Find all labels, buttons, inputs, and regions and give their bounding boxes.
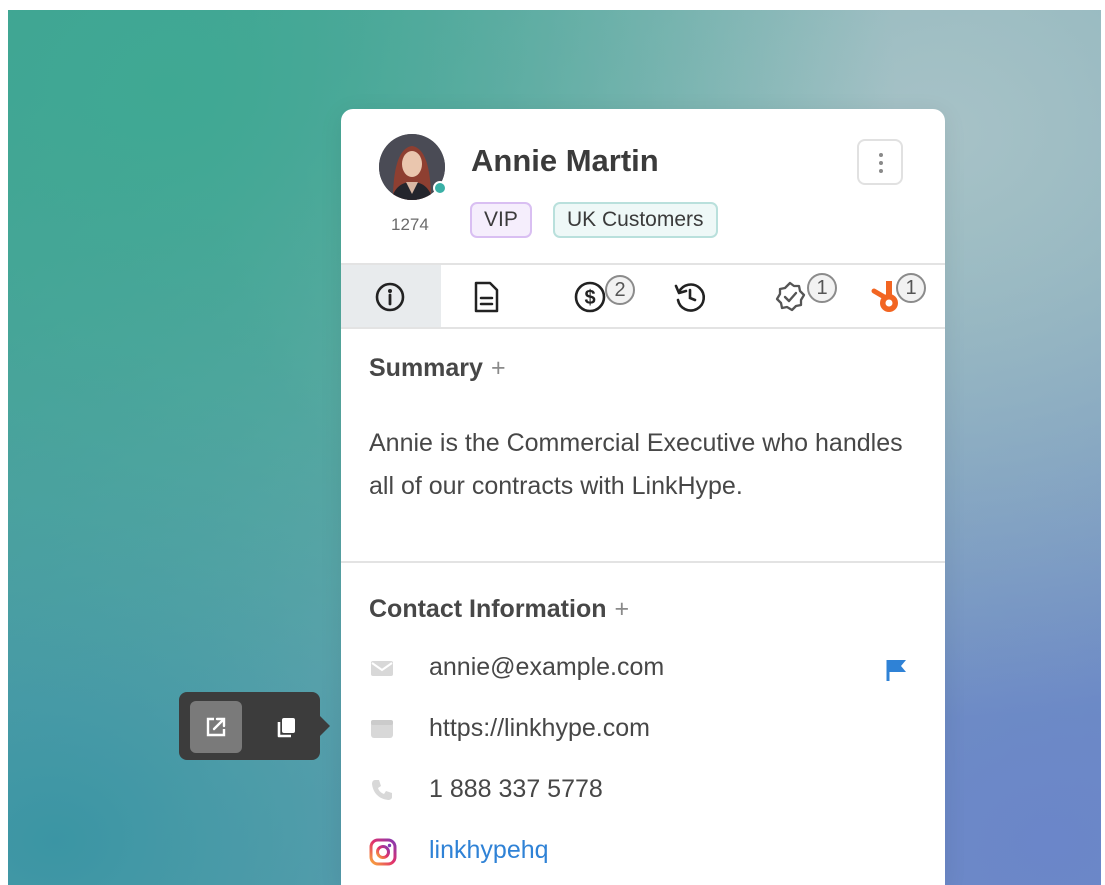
tab-hubspot[interactable]: 1	[846, 265, 945, 327]
more-vertical-icon	[879, 153, 883, 173]
tab-notes[interactable]	[442, 265, 542, 327]
add-contact-info-button[interactable]: +	[615, 595, 630, 623]
section-divider	[341, 561, 945, 563]
document-icon	[474, 281, 499, 313]
website-row[interactable]: https://linkhype.com	[341, 710, 945, 750]
more-options-button[interactable]	[857, 139, 903, 185]
phone-row[interactable]: 1 888 337 5778	[341, 771, 945, 811]
copy-icon	[277, 718, 295, 738]
verified-icon	[775, 281, 806, 312]
contact-tabs: $ 2 1 1	[341, 263, 945, 329]
tag-uk-customers[interactable]: UK Customers	[553, 202, 718, 238]
phone-value[interactable]: 1 888 337 5778	[429, 775, 603, 804]
summary-title: Summary	[369, 354, 483, 382]
avatar[interactable]	[379, 134, 447, 200]
contact-header: 1274 Annie Martin VIP UK Customers	[341, 109, 945, 263]
email-row[interactable]: annie@example.com	[341, 649, 945, 689]
tab-hubspot-badge: 1	[896, 273, 926, 303]
info-icon	[375, 282, 405, 312]
contact-card: 1274 Annie Martin VIP UK Customers $ 2 1…	[341, 109, 945, 885]
summary-heading: Summary +	[369, 354, 506, 383]
browser-icon	[371, 720, 393, 738]
tab-info[interactable]	[341, 265, 441, 327]
tab-deals-badge: 2	[605, 275, 635, 305]
tag-vip[interactable]: VIP	[470, 202, 532, 238]
flag-icon[interactable]	[884, 657, 910, 683]
external-link-icon	[206, 717, 226, 737]
dollar-icon: $	[574, 281, 606, 313]
website-value[interactable]: https://linkhype.com	[429, 714, 650, 743]
online-status-indicator	[433, 181, 447, 195]
open-link-button[interactable]	[190, 701, 242, 753]
frame-border-right	[1101, 0, 1105, 885]
contact-info-heading: Contact Information +	[369, 595, 629, 624]
tab-history[interactable]	[644, 265, 744, 327]
contact-id: 1274	[391, 215, 429, 234]
email-value[interactable]: annie@example.com	[429, 653, 664, 682]
frame-border-top	[0, 0, 1105, 10]
link-actions-popover	[179, 692, 330, 760]
add-summary-button[interactable]: +	[491, 354, 506, 382]
summary-text[interactable]: Annie is the Commercial Executive who ha…	[369, 422, 909, 508]
tab-tasks-badge: 1	[807, 273, 837, 303]
tab-deals[interactable]: $ 2	[543, 265, 643, 327]
mail-icon	[371, 661, 393, 676]
instagram-icon	[369, 838, 397, 866]
tab-tasks[interactable]: 1	[745, 265, 845, 327]
instagram-value[interactable]: linkhypehq	[429, 836, 549, 865]
contact-name[interactable]: Annie Martin	[471, 143, 659, 179]
contact-info-title: Contact Information	[369, 595, 607, 623]
frame-border-left	[0, 0, 8, 885]
instagram-row[interactable]: linkhypehq	[341, 832, 945, 872]
copy-link-button[interactable]	[260, 701, 312, 753]
phone-icon	[372, 780, 392, 800]
svg-text:$: $	[584, 287, 595, 309]
history-icon	[674, 283, 706, 312]
